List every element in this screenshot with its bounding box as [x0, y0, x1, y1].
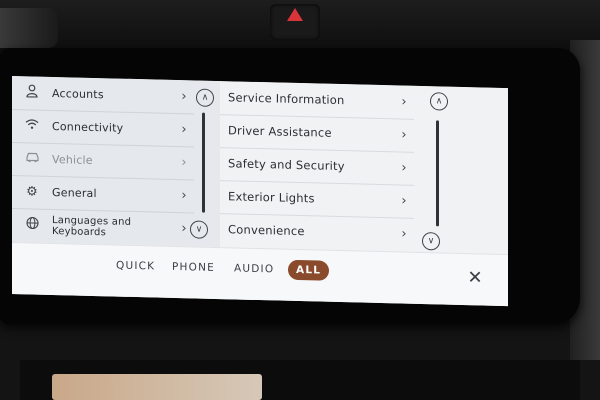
- hazard-icon: [287, 8, 303, 21]
- chevron-up-icon: ∧: [201, 92, 209, 103]
- chevron-down-icon: ∨: [427, 236, 435, 247]
- menu-item-label: Accounts: [52, 86, 104, 102]
- menu-item-label: Vehicle: [52, 152, 93, 167]
- chevron-down-icon: ∨: [195, 224, 203, 235]
- menu-item-languages[interactable]: Languages and Keyboards ›: [12, 208, 194, 245]
- chevron-up-icon: ∧: [435, 96, 443, 107]
- chevron-right-icon: ›: [181, 89, 187, 105]
- gear-icon: ⚙: [26, 184, 38, 200]
- chevron-right-icon: ›: [181, 155, 187, 171]
- globe-icon: [12, 216, 52, 234]
- scrollbar[interactable]: [436, 120, 439, 227]
- person-icon: [12, 84, 52, 102]
- scrollbar[interactable]: [202, 112, 205, 213]
- air-vent-knob: [0, 8, 58, 48]
- close-button[interactable]: ✕: [464, 266, 486, 289]
- scroll-down-button[interactable]: ∨: [190, 220, 208, 239]
- scroll-up-button[interactable]: ∧: [196, 88, 214, 107]
- menu-item-label: Safety and Security: [228, 156, 345, 174]
- menu-item-label: Driver Assistance: [228, 123, 332, 140]
- tab-all[interactable]: ALL: [288, 259, 330, 281]
- vehicle-settings-list: Service Information › Driver Assistance …: [220, 81, 508, 255]
- menu-item-label: Connectivity: [52, 119, 124, 135]
- climate-display: [52, 374, 262, 400]
- menu-item-label: Convenience: [228, 222, 305, 239]
- menu-item-label: Service Information: [228, 90, 345, 108]
- tab-phone[interactable]: PHONE: [164, 257, 223, 278]
- scroll-up-button[interactable]: ∧: [430, 92, 448, 111]
- chevron-right-icon: ›: [181, 188, 187, 204]
- menu-item-convenience[interactable]: Convenience ›: [220, 213, 414, 251]
- chevron-right-icon: ›: [401, 160, 407, 176]
- menu-item-label: General: [52, 185, 97, 201]
- chevron-right-icon: ›: [401, 127, 407, 143]
- scroll-down-button[interactable]: ∨: [422, 232, 440, 251]
- car-icon: [12, 151, 52, 167]
- chevron-right-icon: ›: [401, 193, 407, 209]
- close-icon: ✕: [467, 266, 483, 288]
- tab-audio[interactable]: AUDIO: [226, 258, 282, 279]
- tab-quick[interactable]: QUICK: [108, 255, 163, 276]
- chevron-right-icon: ›: [401, 94, 407, 110]
- chevron-right-icon: ›: [181, 122, 187, 138]
- chevron-right-icon: ›: [401, 226, 407, 242]
- wifi-icon: [12, 118, 52, 134]
- settings-category-list: Accounts › Connectivity › Vehicle › ⚙ Ge…: [12, 76, 221, 248]
- menu-item-label: Languages and Keyboards: [52, 214, 132, 238]
- infotainment-screen: Accounts › Connectivity › Vehicle › ⚙ Ge…: [12, 76, 508, 307]
- menu-item-label: Exterior Lights: [228, 189, 315, 206]
